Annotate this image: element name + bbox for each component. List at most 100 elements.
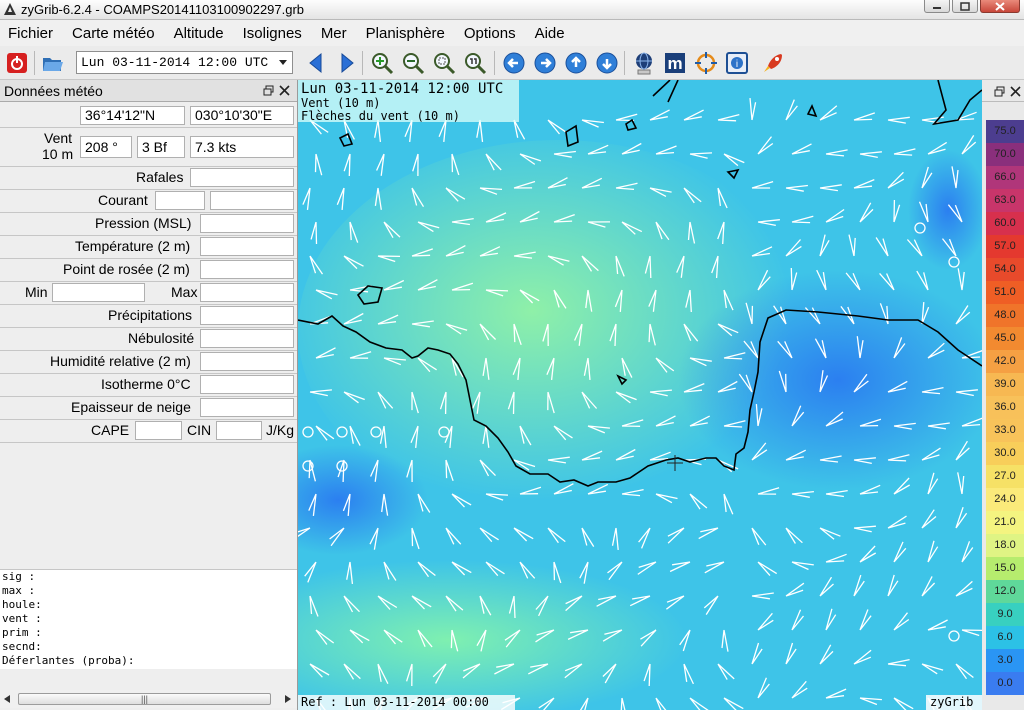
chevron-down-icon bbox=[279, 60, 287, 65]
wind-direction-field: 208 ° bbox=[80, 136, 132, 158]
map-info-button[interactable]: i bbox=[725, 51, 749, 75]
legend-entry: 54.0 bbox=[986, 258, 1024, 281]
zoom-all-icon bbox=[465, 53, 487, 75]
menu-planisphere[interactable]: Planisphère bbox=[366, 25, 445, 42]
panel-title: Données météo bbox=[4, 83, 103, 99]
legend-entry: 21.0 bbox=[986, 511, 1024, 534]
menu-carte-meteo[interactable]: Carte météo bbox=[72, 25, 155, 42]
next-date-button[interactable] bbox=[335, 51, 359, 75]
pan-right-button[interactable] bbox=[533, 51, 557, 75]
horizontal-scrollbar[interactable]: ||| bbox=[0, 690, 297, 708]
minimize-icon bbox=[933, 7, 941, 9]
quit-button[interactable] bbox=[5, 51, 29, 75]
close-legend-icon[interactable] bbox=[1010, 86, 1021, 97]
zoom-all-button[interactable] bbox=[463, 51, 487, 75]
cin-label: CIN bbox=[187, 422, 212, 438]
color-legend-panel: 75.0 70.0 66.0 63.0 60.0 57.0 54.0 51.0 48.0 45.0… bbox=[982, 80, 1024, 710]
temperature-label: Température (2 m) bbox=[75, 238, 191, 254]
humidite-label: Humidité relative (2 m) bbox=[50, 353, 191, 369]
max-field bbox=[200, 283, 294, 302]
close-panel-icon[interactable] bbox=[279, 85, 290, 96]
courant-speed-field bbox=[210, 191, 294, 210]
max-label: Max bbox=[171, 284, 198, 300]
weather-map[interactable]: Lun 03-11-2014 12:00 UTC Vent (10 m) Flè… bbox=[298, 80, 982, 710]
menu-mer[interactable]: Mer bbox=[321, 25, 347, 42]
jkg-label: J/Kg bbox=[266, 422, 295, 438]
reference-date: Ref : Lun 03-11-2014 00:00 UTC bbox=[298, 695, 515, 710]
text-line: sig : bbox=[2, 570, 36, 583]
prev-date-icon bbox=[309, 52, 322, 74]
legend-entry: 48.0 bbox=[986, 304, 1024, 327]
menu-altitude[interactable]: Altitude bbox=[174, 25, 224, 42]
menu-options[interactable]: Options bbox=[464, 25, 516, 42]
meteotable-button[interactable]: m bbox=[663, 51, 687, 75]
scroll-left-icon[interactable] bbox=[4, 695, 11, 703]
date-select[interactable]: Lun 03-11-2014 12:00 UTC bbox=[76, 51, 293, 74]
pan-left-button[interactable] bbox=[502, 51, 526, 75]
text-line: houle: bbox=[2, 598, 42, 611]
close-window-button[interactable] bbox=[980, 0, 1020, 13]
cape-field bbox=[135, 421, 182, 440]
humidite-field bbox=[200, 352, 294, 371]
isotherme-field bbox=[200, 375, 294, 394]
legend-entry: 51.0 bbox=[986, 281, 1024, 304]
scrollbar-thumb[interactable]: ||| bbox=[18, 693, 271, 705]
legend-entry: 39.0 bbox=[986, 373, 1024, 396]
float-panel-icon[interactable] bbox=[263, 85, 274, 96]
pan-right-icon bbox=[534, 52, 556, 74]
legend-entry: 63.0 bbox=[986, 189, 1024, 212]
min-label: Min bbox=[25, 284, 48, 300]
close-icon bbox=[995, 1, 1005, 11]
gps-button[interactable] bbox=[694, 51, 718, 75]
rafales-label: Rafales bbox=[136, 169, 184, 185]
text-line: prim : bbox=[2, 626, 42, 639]
nebulosite-label: Nébulosité bbox=[128, 330, 195, 346]
sea-info-text: sig : max : houle: vent : prim : secnd: … bbox=[0, 569, 297, 669]
download-grib-button[interactable] bbox=[632, 51, 656, 75]
legend-scale: 75.0 70.0 66.0 63.0 60.0 57.0 54.0 51.0 48.0 45.0… bbox=[986, 120, 1024, 695]
pan-up-button[interactable] bbox=[564, 51, 588, 75]
pan-left-icon bbox=[503, 52, 525, 74]
menu-fichier[interactable]: Fichier bbox=[8, 25, 53, 42]
legend-entry: 12.0 bbox=[986, 580, 1024, 603]
zoom-in-button[interactable] bbox=[370, 51, 394, 75]
window-title: zyGrib-6.2.4 - COAMPS20141103100902297.g… bbox=[21, 2, 305, 17]
maximize-icon bbox=[960, 1, 970, 11]
menu-isolignes[interactable]: Isolignes bbox=[243, 25, 302, 42]
text-line: secnd: bbox=[2, 640, 42, 653]
scroll-right-icon[interactable] bbox=[284, 695, 291, 703]
courant-dir-field bbox=[155, 191, 205, 210]
legend-entry: 33.0 bbox=[986, 419, 1024, 442]
rosee-label: Point de rosée (2 m) bbox=[63, 261, 190, 277]
power-icon bbox=[7, 53, 27, 73]
wind-height-label: 10 m bbox=[42, 146, 74, 162]
float-legend-icon[interactable] bbox=[994, 86, 1005, 97]
legend-entry: 57.0 bbox=[986, 235, 1024, 258]
pan-down-button[interactable] bbox=[595, 51, 619, 75]
pression-field bbox=[200, 214, 294, 233]
zoom-in-icon bbox=[372, 53, 394, 75]
wind-beaufort-field: 3 Bf bbox=[137, 136, 185, 158]
menu-aide[interactable]: Aide bbox=[535, 25, 565, 42]
text-line: max : bbox=[2, 584, 36, 597]
map-info-icon: i bbox=[726, 52, 748, 74]
minimize-button[interactable] bbox=[924, 0, 950, 13]
maximize-button[interactable] bbox=[952, 0, 978, 13]
open-file-button[interactable] bbox=[41, 51, 65, 75]
app-icon bbox=[4, 3, 16, 15]
rocket-icon bbox=[764, 54, 782, 72]
launch-button[interactable] bbox=[761, 51, 785, 75]
legend-entry: 3.0 bbox=[986, 649, 1024, 672]
legend-entry: 6.0 bbox=[986, 626, 1024, 649]
legend-entry: 0.0 bbox=[986, 672, 1024, 695]
previous-date-button[interactable] bbox=[304, 51, 328, 75]
svg-text:i: i bbox=[736, 59, 738, 70]
nebulosite-field bbox=[200, 329, 294, 348]
zoom-out-button[interactable] bbox=[401, 51, 425, 75]
wind-map-canvas[interactable] bbox=[298, 80, 982, 710]
zoom-selection-button[interactable] bbox=[432, 51, 456, 75]
legend-entry: 60.0 bbox=[986, 212, 1024, 235]
title-bar: zyGrib-6.2.4 - COAMPS20141103100902297.g… bbox=[0, 0, 1024, 20]
legend-entry: 15.0 bbox=[986, 557, 1024, 580]
temperature-field bbox=[200, 237, 294, 256]
